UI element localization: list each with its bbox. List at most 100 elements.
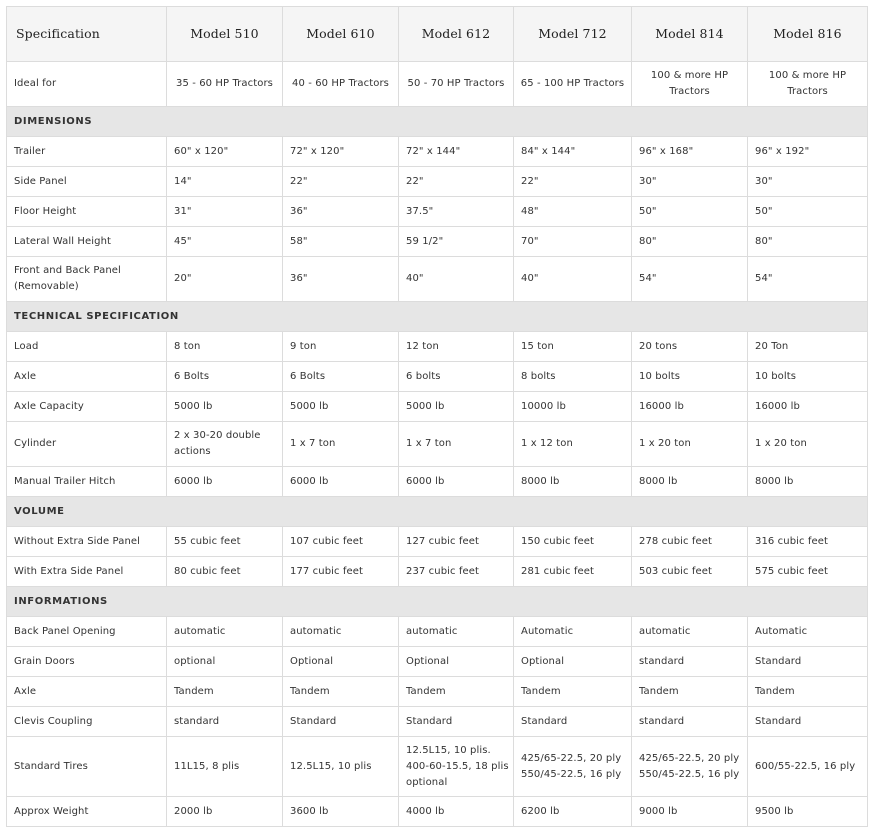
- table-cell: 6 bolts: [398, 361, 514, 392]
- table-cell: standard: [631, 646, 748, 677]
- table-cell: 8 ton: [166, 331, 283, 362]
- table-cell: 6000 lb: [398, 466, 514, 497]
- table-cell: 2 x 30-20 double actions: [166, 421, 283, 467]
- table-cell: 36": [282, 196, 399, 227]
- table-cell: 70": [513, 226, 632, 257]
- model-column-header: Model 610: [282, 6, 399, 62]
- table-cell: 30": [747, 166, 868, 197]
- table-cell: 1 x 20 ton: [747, 421, 868, 467]
- table-cell: 425/65-22.5, 20 ply 550/45-22.5, 16 ply: [631, 736, 748, 797]
- table-cell: 80 cubic feet: [166, 556, 283, 587]
- table-cell: Optional: [513, 646, 632, 677]
- table-row: Axle Capacity 5000 lb 5000 lb 5000 lb 10…: [6, 391, 868, 422]
- table-cell: 15 ton: [513, 331, 632, 362]
- table-cell: Standard: [513, 706, 632, 737]
- table-cell: 16000 lb: [631, 391, 748, 422]
- table-cell: 10 bolts: [631, 361, 748, 392]
- table-cell: 1 x 12 ton: [513, 421, 632, 467]
- section-header-row: TECHNICAL SPECIFICATION: [6, 301, 868, 332]
- table-cell: 30": [631, 166, 748, 197]
- table-cell: Tandem: [631, 676, 748, 707]
- table-cell: 107 cubic feet: [282, 526, 399, 557]
- table-cell: 45": [166, 226, 283, 257]
- table-cell: 48": [513, 196, 632, 227]
- table-cell: 22": [398, 166, 514, 197]
- table-cell: 8 bolts: [513, 361, 632, 392]
- table-cell: 12.5L15, 10 plis: [282, 736, 399, 797]
- table-cell: 237 cubic feet: [398, 556, 514, 587]
- table-cell: 8000 lb: [513, 466, 632, 497]
- table-cell: 425/65-22.5, 20 ply 550/45-22.5, 16 ply: [513, 736, 632, 797]
- table-cell: 278 cubic feet: [631, 526, 748, 557]
- table-cell: 55 cubic feet: [166, 526, 283, 557]
- table-cell: 96" x 168": [631, 136, 748, 167]
- table-cell: 281 cubic feet: [513, 556, 632, 587]
- row-label: Clevis Coupling: [6, 706, 167, 737]
- table-cell: 80": [631, 226, 748, 257]
- table-cell: Standard: [282, 706, 399, 737]
- table-cell: 6000 lb: [282, 466, 399, 497]
- table-row: Axle 6 Bolts 6 Bolts 6 bolts 8 bolts 10 …: [6, 361, 868, 392]
- table-row: Manual Trailer Hitch 6000 lb 6000 lb 600…: [6, 466, 868, 497]
- table-cell: 59 1/2": [398, 226, 514, 257]
- table-row: Load 8 ton 9 ton 12 ton 15 ton 20 tons 2…: [6, 331, 868, 362]
- table-cell: 60" x 120": [166, 136, 283, 167]
- row-label: With Extra Side Panel: [6, 556, 167, 587]
- table-cell: 84" x 144": [513, 136, 632, 167]
- table-row: Floor Height 31" 36" 37.5" 48" 50" 50": [6, 196, 868, 227]
- table-row: Side Panel 14" 22" 22" 22" 30" 30": [6, 166, 868, 197]
- section-title: DIMENSIONS: [6, 106, 868, 137]
- table-cell: 2000 lb: [166, 796, 283, 827]
- table-cell: 177 cubic feet: [282, 556, 399, 587]
- table-cell: Standard: [747, 646, 868, 677]
- table-cell: 40": [398, 256, 514, 302]
- table-cell: automatic: [166, 616, 283, 647]
- table-cell: 10 bolts: [747, 361, 868, 392]
- section-header-row: INFORMATIONS: [6, 586, 868, 617]
- table-row: Trailer 60" x 120" 72" x 120" 72" x 144"…: [6, 136, 868, 167]
- row-label: Lateral Wall Height: [6, 226, 167, 257]
- table-cell: automatic: [282, 616, 399, 647]
- table-cell: Tandem: [398, 676, 514, 707]
- row-label: Back Panel Opening: [6, 616, 167, 647]
- table-cell: automatic: [398, 616, 514, 647]
- section-title: VOLUME: [6, 496, 868, 527]
- table-cell: 22": [513, 166, 632, 197]
- table-cell: 6 Bolts: [282, 361, 399, 392]
- table-cell: 80": [747, 226, 868, 257]
- table-cell: 22": [282, 166, 399, 197]
- table-cell: 5000 lb: [166, 391, 283, 422]
- table-row: Grain Doors optional Optional Optional O…: [6, 646, 868, 677]
- row-label: Side Panel: [6, 166, 167, 197]
- table-cell: standard: [631, 706, 748, 737]
- table-cell: 36": [282, 256, 399, 302]
- specification-table: Specification Model 510 Model 610 Model …: [6, 6, 868, 827]
- table-row: Approx Weight 2000 lb 3600 lb 4000 lb 62…: [6, 796, 868, 827]
- row-label: Manual Trailer Hitch: [6, 466, 167, 497]
- model-column-header: Model 510: [166, 6, 283, 62]
- row-label: Floor Height: [6, 196, 167, 227]
- table-cell: 35 - 60 HP Tractors: [166, 61, 283, 107]
- table-row: Front and Back Panel (Removable) 20" 36"…: [6, 256, 868, 302]
- table-cell: Optional: [398, 646, 514, 677]
- row-label: Standard Tires: [6, 736, 167, 797]
- table-cell: 9000 lb: [631, 796, 748, 827]
- row-label: Axle: [6, 361, 167, 392]
- section-title: TECHNICAL SPECIFICATION: [6, 301, 868, 332]
- table-cell: 96" x 192": [747, 136, 868, 167]
- table-cell: 72" x 120": [282, 136, 399, 167]
- table-cell: 54": [747, 256, 868, 302]
- table-cell: 31": [166, 196, 283, 227]
- table-cell: 1 x 20 ton: [631, 421, 748, 467]
- table-cell: Optional: [282, 646, 399, 677]
- table-cell: 5000 lb: [398, 391, 514, 422]
- table-cell: 65 - 100 HP Tractors: [513, 61, 632, 107]
- table-cell: optional: [166, 646, 283, 677]
- spec-column-header: Specification: [6, 6, 167, 62]
- table-cell: 127 cubic feet: [398, 526, 514, 557]
- table-cell: 1 x 7 ton: [398, 421, 514, 467]
- table-cell: 10000 lb: [513, 391, 632, 422]
- row-label: Load: [6, 331, 167, 362]
- table-cell: 150 cubic feet: [513, 526, 632, 557]
- table-cell: 100 & more HP Tractors: [631, 61, 748, 107]
